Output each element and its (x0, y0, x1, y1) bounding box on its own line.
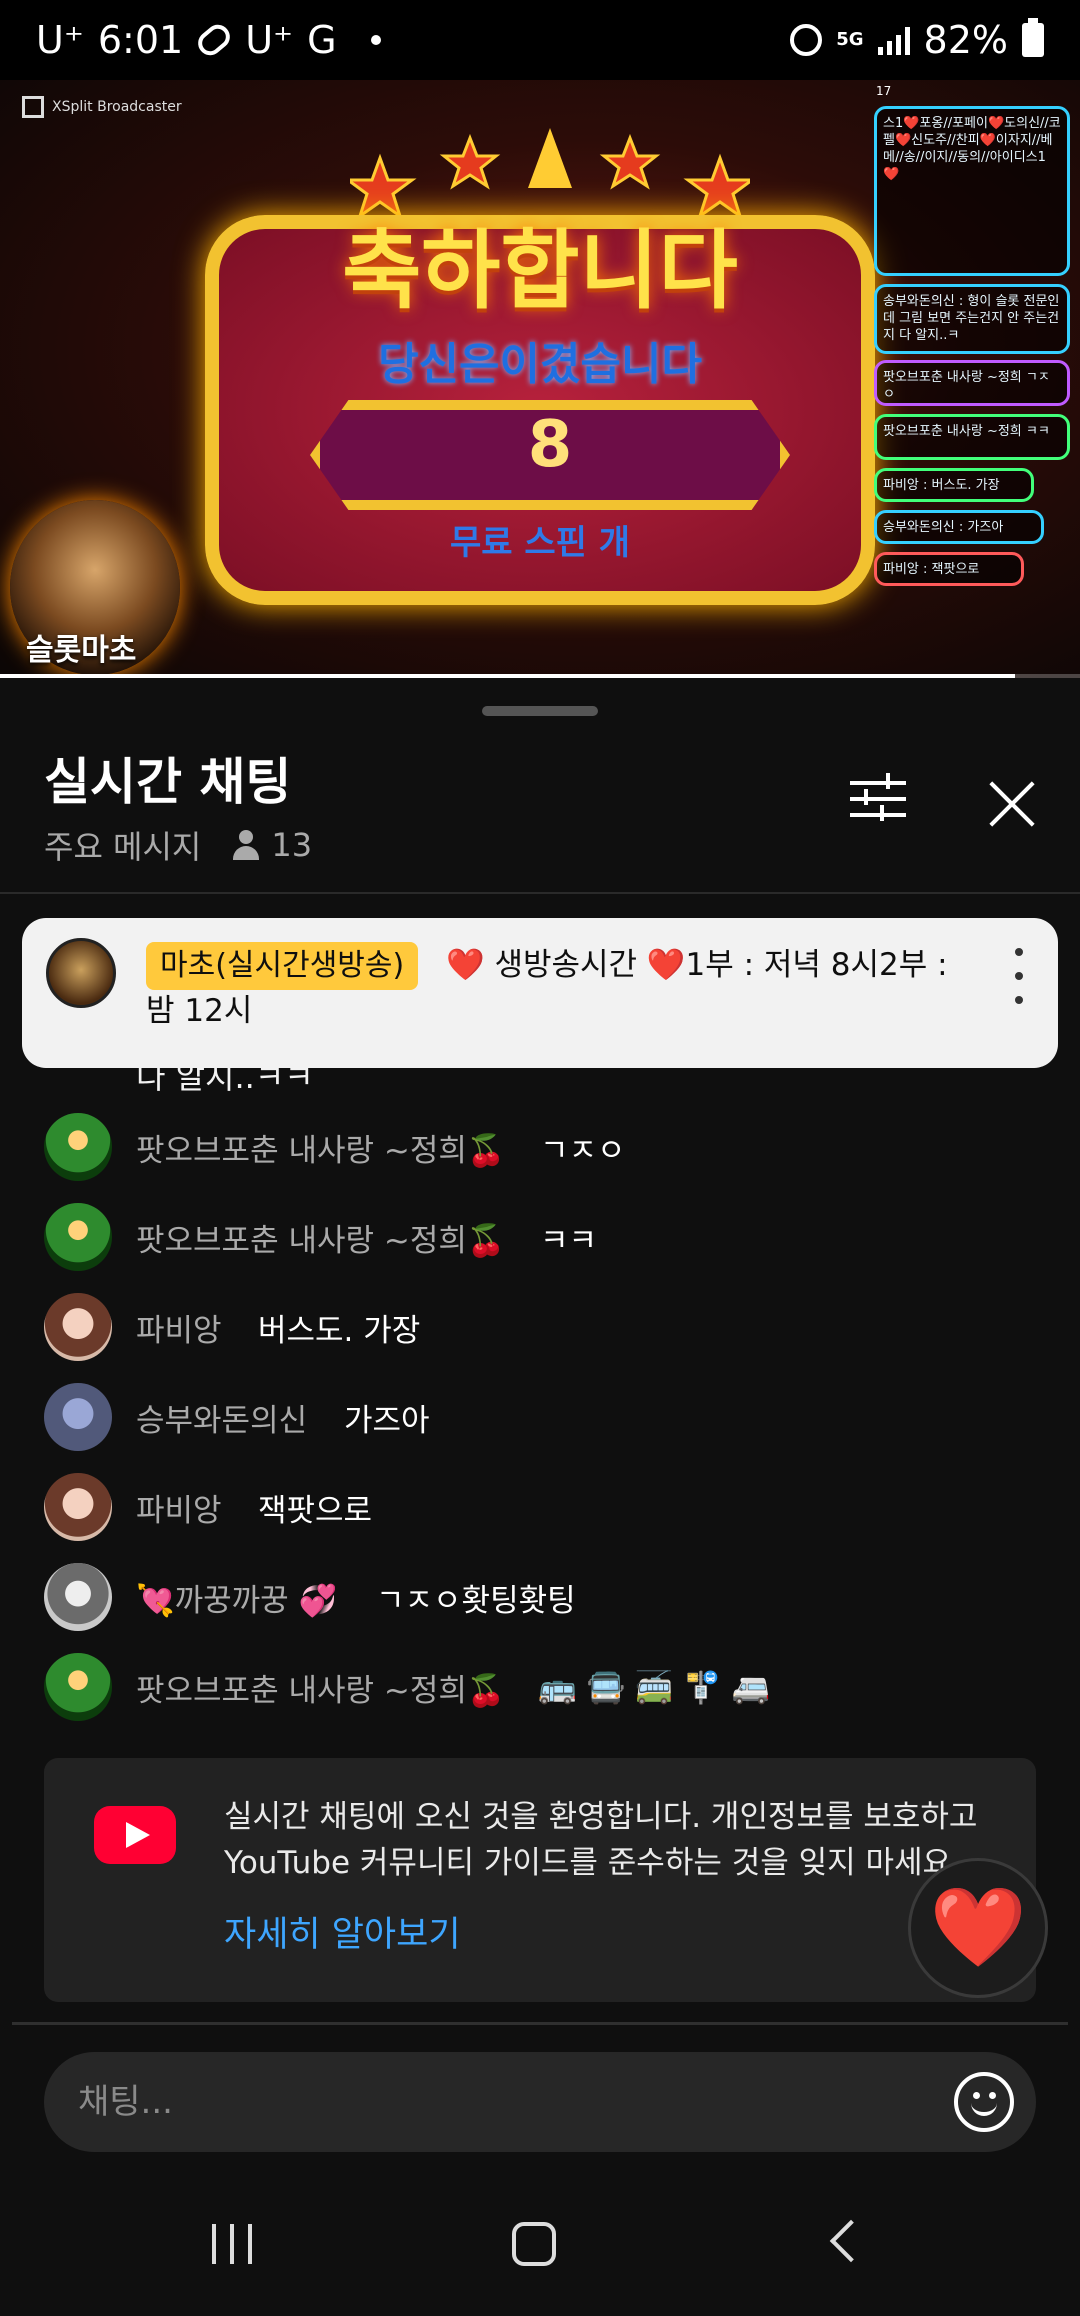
chat-title: 실시간 채팅 (44, 753, 292, 811)
heart-icon: ❤️ (929, 1882, 1027, 1973)
stream-overlay-chat: 스1❤️포옹//포페이❤️도의신//코펠❤️신도주//찬피❤️이자지//베메//… (874, 88, 1074, 668)
avatar (44, 1293, 112, 1361)
chat-subheader: 주요 메시지 13 (44, 822, 312, 868)
recent-apps-icon[interactable] (212, 2224, 256, 2264)
chat-mode-dropdown[interactable]: 주요 메시지 (44, 822, 201, 868)
overlay-message: 송부와돈의신 : 형이 슬롯 전문인데 그림 보면 주는건지 안 주는건지 다 … (874, 284, 1070, 354)
status-bar: U⁺ 6:01 U⁺ G 5G 82% (0, 0, 1080, 80)
chat-input-bar (44, 2052, 1036, 2152)
chat-message[interactable]: 💘까꿍까꿍 💞 ㄱㅈㅇ홧팅홧팅 (0, 1552, 1080, 1642)
avatar (44, 1383, 112, 1451)
overlay-message: 파비앙 : 잭팟으로 (874, 552, 1024, 586)
message-text: 버스도. 가장 (258, 1312, 421, 1349)
you-won-text: 당신은이겼습니다 (378, 339, 702, 390)
progress-fill (0, 674, 1016, 678)
more-options-icon[interactable] (1012, 948, 1026, 1008)
author-name: 팟오브포춘 내사랑 ~정희🍒 (136, 1222, 506, 1259)
overlay-message: 파비앙 : 버스도. 가장 (874, 468, 1034, 502)
welcome-text: 실시간 채팅에 오신 것을 환영합니다. 개인정보를 보호하고 YouTube … (224, 1799, 978, 1881)
pinned-author-avatar (46, 938, 116, 1008)
avatar (44, 1473, 112, 1541)
divider (12, 2022, 1068, 2025)
filter-button[interactable] (846, 767, 910, 831)
battery-icon (1022, 18, 1044, 57)
avatar (44, 1563, 112, 1631)
overlay-message: 스1❤️포옹//포페이❤️도의신//코펠❤️신도주//찬피❤️이자지//베메//… (874, 106, 1070, 276)
welcome-card: 실시간 채팅에 오신 것을 환영합니다. 개인정보를 보호하고 YouTube … (44, 1758, 1036, 2002)
avatar (44, 1203, 112, 1271)
chat-message[interactable]: 팟오브포춘 내사랑 ~정희🍒 🚌 🚍 🚎 🚏 🚐 (0, 1642, 1080, 1732)
heart-reaction-button[interactable]: ❤️ (908, 1858, 1048, 1998)
system-nav-bar (0, 2160, 1080, 2316)
divider (0, 892, 1080, 894)
overlay-message: 승부와돈의신 : 가즈아 (874, 510, 1044, 544)
chat-message[interactable]: 팟오브포춘 내사랑 ~정희🍒 ㄱㅈㅇ (0, 1102, 1080, 1192)
pinned-message[interactable]: ❤️ 생방송시간 ❤️1부 : 저녁 8시2부 : 밤 12시 마초(실시간생방… (22, 918, 1058, 1068)
congrats-text: 축하합니다 (342, 221, 738, 321)
drag-handle[interactable] (482, 706, 598, 716)
author-name: 승부와돈의신 (136, 1402, 308, 1439)
close-button[interactable] (986, 778, 1038, 830)
message-text: ㄱㅈㅇ홧팅홧팅 (376, 1582, 576, 1619)
free-spin-text: 무료 스핀 개 (449, 523, 631, 563)
network-5g-icon: 5G (836, 29, 864, 50)
home-icon[interactable] (512, 2222, 556, 2266)
emoji-icon[interactable] (954, 2072, 1014, 2132)
message-text: ㅋㅋ (540, 1222, 598, 1259)
message-text: 🚌 🚍 🚎 🚏 🚐 (538, 1669, 771, 1706)
notification-dot-icon (370, 35, 381, 45)
spin-count: 8 (527, 408, 573, 482)
chat-message[interactable]: 승부와돈의신 가즈아 (0, 1372, 1080, 1462)
message-text: 잭팟으로 (258, 1492, 373, 1529)
viewer-count: 13 (231, 826, 312, 864)
author-name: 파비앙 (136, 1492, 222, 1529)
author-name: 팟오브포춘 내사랑 ~정희🍒 (136, 1672, 506, 1709)
video-progress-bar[interactable] (0, 674, 1080, 678)
overlay-message: 팟오브포춘 내사랑 ~정희 ㄱㅈㅇ (874, 360, 1070, 406)
overlay-message: 팟오브포춘 내사랑 ~정희 ㅋㅋ (874, 414, 1070, 460)
learn-more-link[interactable]: 자세히 알아보기 (224, 1906, 461, 1957)
carrier-label-2: U⁺ (245, 18, 294, 62)
chat-input[interactable] (78, 2052, 898, 2152)
author-name: 팟오브포춘 내사랑 ~정희🍒 (136, 1132, 506, 1169)
author-name: 파비앙 (136, 1312, 222, 1349)
message-text: ㄱㅈㅇ (540, 1132, 626, 1169)
author-badge: 마초(실시간생방송) (146, 942, 419, 990)
video-player[interactable]: XSplit Broadcaster 축하합니다 당신은이겼습니다 8 무료 스… (0, 80, 1080, 678)
avatar (44, 1653, 112, 1721)
person-icon (231, 830, 261, 860)
author-name: 💘까꿍까꿍 💞 (136, 1582, 338, 1619)
youtube-logo-icon (94, 1806, 176, 1864)
streamer-name: 슬롯마초 (26, 633, 137, 668)
pill-icon (193, 19, 235, 61)
chat-message[interactable]: 파비앙 잭팟으로 (0, 1462, 1080, 1552)
battery-percent: 82% (923, 18, 1008, 62)
chat-message[interactable]: 팟오브포춘 내사랑 ~정희🍒 ㅋㅋ (0, 1192, 1080, 1282)
xsplit-logo-icon (22, 96, 44, 118)
alarm-icon (790, 24, 823, 56)
back-icon[interactable] (826, 2222, 856, 2266)
clock: 6:01 (97, 18, 184, 62)
avatar (44, 1113, 112, 1181)
carrier-label: U⁺ (36, 18, 84, 62)
network-letter: G (307, 18, 337, 62)
broadcaster-watermark: XSplit Broadcaster (22, 96, 182, 118)
message-text: 가즈아 (344, 1402, 430, 1439)
signal-icon (877, 25, 910, 55)
chat-message[interactable]: 파비앙 버스도. 가장 (0, 1282, 1080, 1372)
